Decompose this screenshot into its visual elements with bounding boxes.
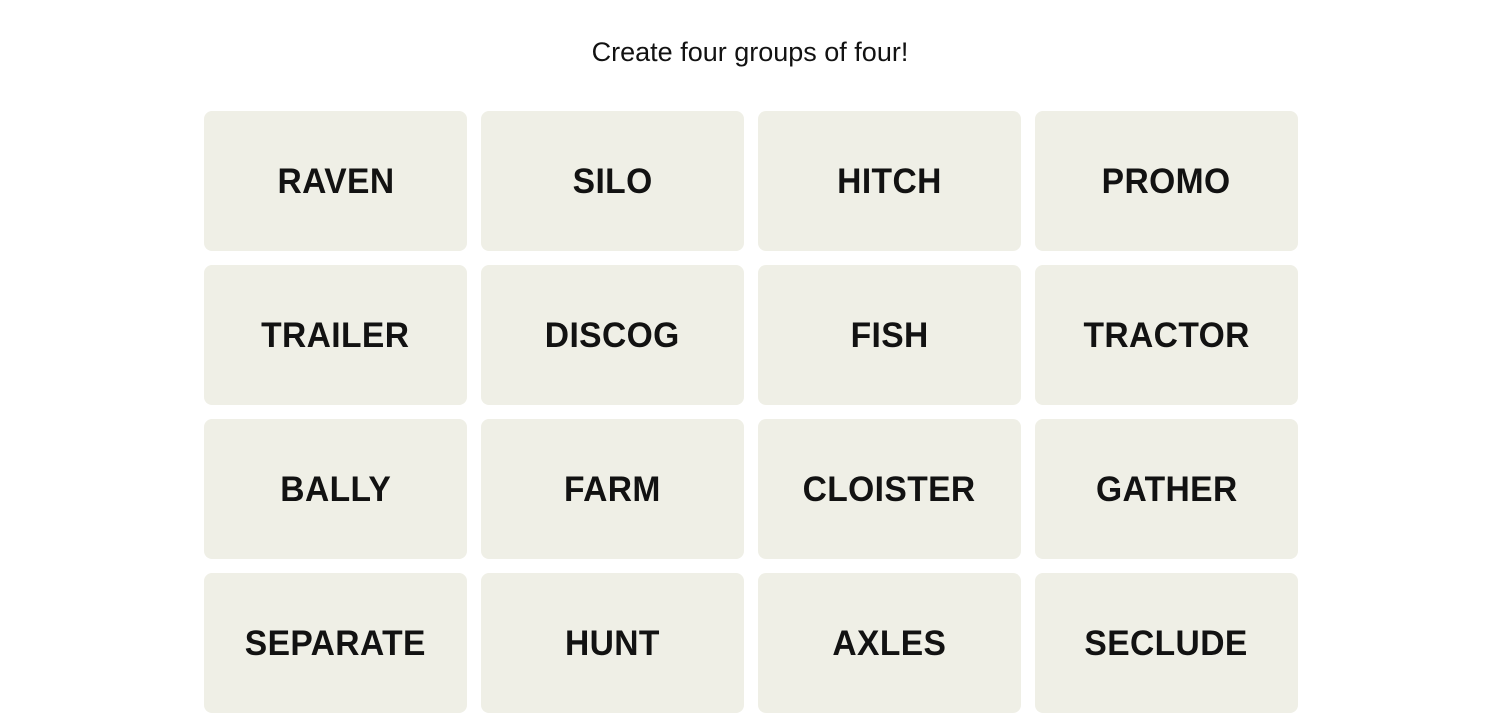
- word-tile-label: HITCH: [837, 161, 942, 201]
- word-tile[interactable]: BALLY: [204, 419, 467, 559]
- word-grid: RAVEN SILO HITCH PROMO TRAILER DISCOG FI…: [204, 111, 1298, 713]
- word-tile[interactable]: FARM: [481, 419, 744, 559]
- word-tile[interactable]: DISCOG: [481, 265, 744, 405]
- word-tile[interactable]: FISH: [758, 265, 1021, 405]
- word-tile-label: TRACTOR: [1083, 315, 1250, 355]
- word-tile-label: HUNT: [565, 623, 660, 663]
- word-tile-label: DISCOG: [545, 315, 680, 355]
- word-tile[interactable]: CLOISTER: [758, 419, 1021, 559]
- word-tile[interactable]: AXLES: [758, 573, 1021, 713]
- word-tile[interactable]: SECLUDE: [1035, 573, 1298, 713]
- word-tile[interactable]: PROMO: [1035, 111, 1298, 251]
- word-tile-label: CLOISTER: [803, 469, 976, 509]
- word-tile[interactable]: HITCH: [758, 111, 1021, 251]
- word-tile[interactable]: RAVEN: [204, 111, 467, 251]
- word-tile-label: SECLUDE: [1084, 623, 1249, 663]
- word-tile[interactable]: SILO: [481, 111, 744, 251]
- word-tile-label: FARM: [564, 469, 661, 509]
- instruction-text: Create four groups of four!: [591, 37, 909, 67]
- connections-game-root: Create four groups of four! RAVEN SILO H…: [0, 0, 1500, 726]
- word-tile-label: GATHER: [1095, 469, 1238, 509]
- word-tile-label: TRAILER: [261, 315, 410, 355]
- word-tile-label: PROMO: [1102, 161, 1231, 201]
- word-tile[interactable]: SEPARATE: [204, 573, 467, 713]
- word-tile[interactable]: TRACTOR: [1035, 265, 1298, 405]
- word-tile-label: SILO: [572, 161, 653, 201]
- word-tile-label: SEPARATE: [244, 623, 427, 663]
- word-tile-label: BALLY: [280, 469, 391, 509]
- word-tile-label: RAVEN: [276, 161, 395, 201]
- word-tile-label: FISH: [850, 315, 929, 355]
- word-tile[interactable]: TRAILER: [204, 265, 467, 405]
- word-tile[interactable]: GATHER: [1035, 419, 1298, 559]
- word-tile[interactable]: HUNT: [481, 573, 744, 713]
- word-tile-label: AXLES: [832, 623, 947, 663]
